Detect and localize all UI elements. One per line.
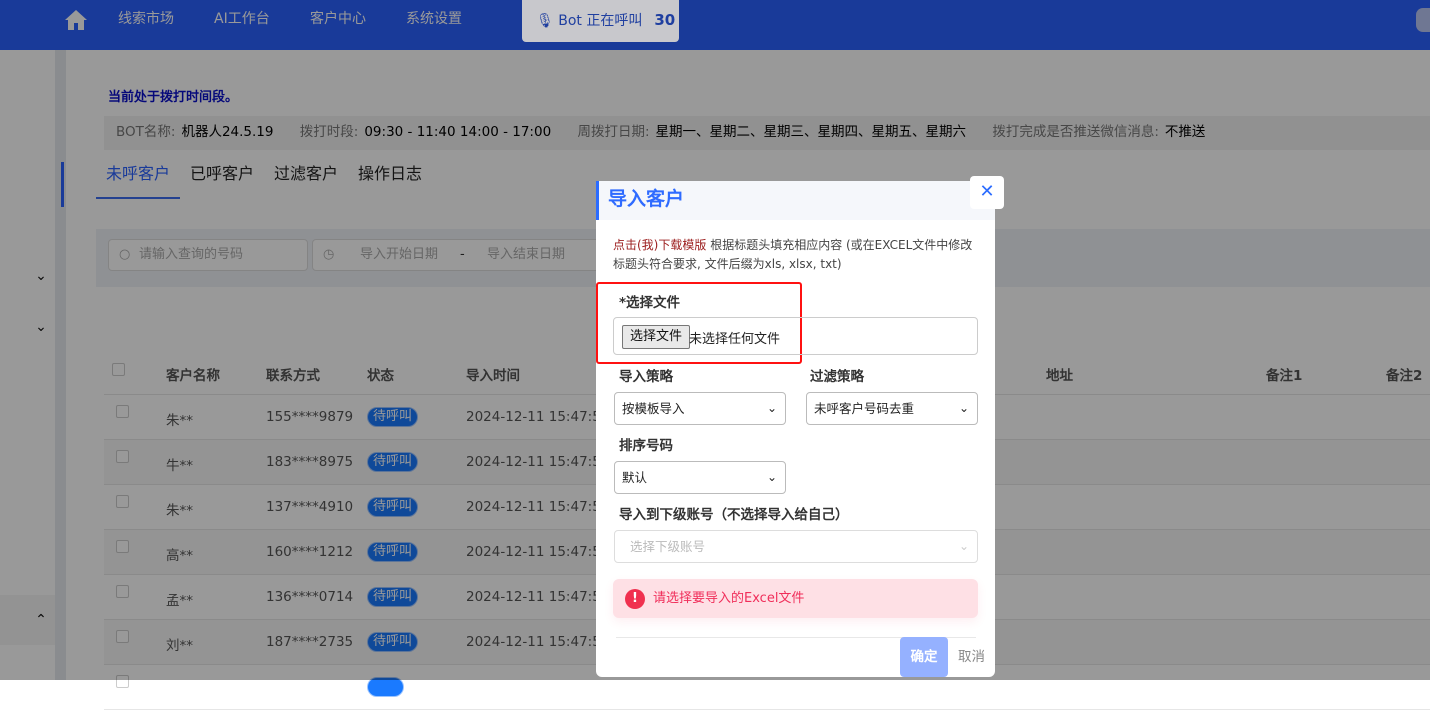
import-customers-dialog: 导入客户 点击(我)下载模版 根据标题头填充相应内容 (或在EXCEL文件中修改…: [596, 181, 995, 677]
file-input[interactable]: 选择文件 未选择任何文件: [613, 317, 978, 355]
choose-file-button[interactable]: 选择文件: [622, 325, 691, 349]
alert-icon: !: [625, 589, 645, 609]
chevron-down-icon: ⌄: [958, 401, 969, 415]
chevron-down-icon: ⌄: [958, 539, 969, 553]
sort-value: 默认: [622, 470, 648, 485]
cancel-button[interactable]: 取消: [958, 637, 985, 677]
bot-calling-badge[interactable]: 🎙 Bot 正在呼叫 30: [522, 0, 679, 42]
filter-strategy-label: 过滤策略: [810, 369, 864, 385]
filter-strategy-select[interactable]: 未呼客户号码去重 ⌄: [806, 392, 978, 425]
error-alert: ! 请选择要导入的Excel文件: [613, 579, 978, 618]
filter-strategy-value: 未呼客户号码去重: [814, 401, 915, 416]
sub-account-select[interactable]: 选择下级账号 ⌄: [614, 530, 978, 563]
dialog-title: 导入客户: [596, 181, 995, 220]
download-template-link[interactable]: 点击(我)下载模版: [613, 238, 706, 252]
confirm-button[interactable]: 确定: [900, 637, 948, 677]
sub-account-placeholder: 选择下级账号: [630, 539, 706, 554]
status-badge: [367, 677, 404, 697]
microphone-icon: 🎙: [536, 13, 554, 29]
bot-calling-count: 30: [654, 11, 676, 29]
file-label: *选择文件: [619, 295, 681, 311]
chevron-down-icon: ⌄: [766, 470, 777, 484]
sub-account-label: 导入到下级账号（不选择导入给自己）: [619, 507, 849, 523]
import-strategy-select[interactable]: 按模板导入 ⌄: [614, 392, 786, 425]
chevron-down-icon: ⌄: [766, 401, 777, 415]
file-status: 未选择任何文件: [689, 332, 781, 347]
sort-select[interactable]: 默认 ⌄: [614, 461, 786, 494]
dialog-description: 点击(我)下载模版 根据标题头填充相应内容 (或在EXCEL文件中修改标题头符合…: [613, 236, 983, 274]
error-message: 请选择要导入的Excel文件: [653, 591, 805, 606]
bot-calling-label: Bot 正在呼叫: [558, 13, 643, 29]
close-icon[interactable]: ✕: [970, 176, 1004, 209]
import-strategy-label: 导入策略: [619, 369, 673, 385]
import-strategy-value: 按模板导入: [622, 401, 685, 416]
sort-label: 排序号码: [619, 438, 673, 454]
